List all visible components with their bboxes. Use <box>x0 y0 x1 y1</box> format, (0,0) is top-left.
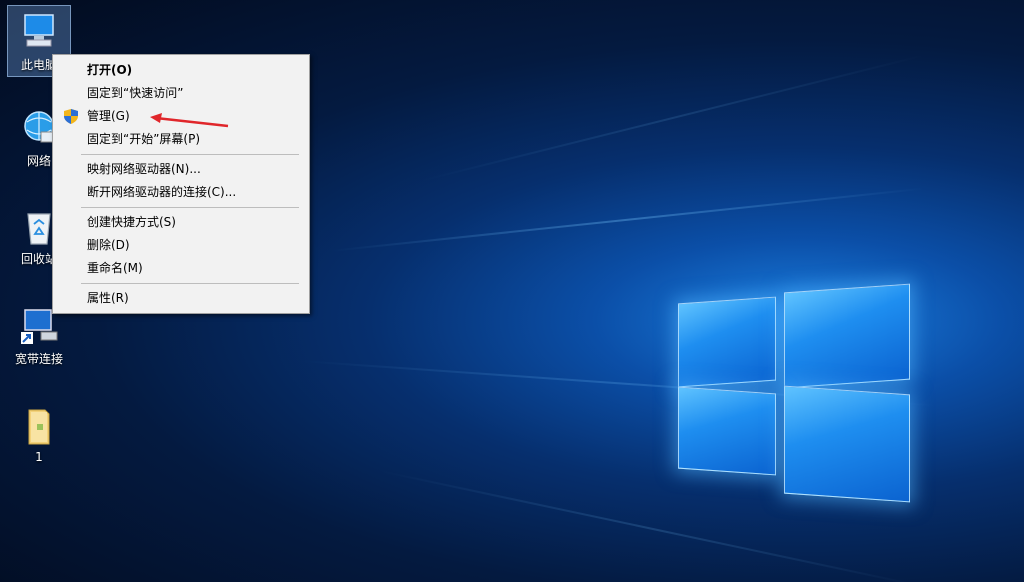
menu-item-open[interactable]: 打开(O) <box>53 59 309 81</box>
windows-logo <box>672 270 912 506</box>
menu-item-create-shortcut[interactable]: 创建快捷方式(S) <box>53 211 309 233</box>
menu-item-disconnect-drive[interactable]: 断开网络驱动器的连接(C)... <box>53 181 309 203</box>
desktop-icon-broadband[interactable]: 宽带连接 <box>8 306 70 367</box>
menu-separator <box>81 283 299 284</box>
desktop-icon-folder[interactable]: 1 <box>8 406 70 464</box>
menu-separator <box>81 154 299 155</box>
uac-shield-icon <box>64 109 78 124</box>
desktop-icon-label: 1 <box>35 450 43 464</box>
menu-item-delete[interactable]: 删除(D) <box>53 234 309 256</box>
menu-item-map-drive[interactable]: 映射网络驱动器(N)... <box>53 158 309 180</box>
computer-icon <box>19 12 59 52</box>
context-menu: 打开(O) 固定到“快速访问” 管理(G) 固定到“开始”屏幕(P) 映射网络驱… <box>52 54 310 314</box>
menu-item-pin-quick-access[interactable]: 固定到“快速访问” <box>53 82 309 104</box>
menu-item-pin-start[interactable]: 固定到“开始”屏幕(P) <box>53 128 309 150</box>
folder-icon <box>19 406 59 446</box>
annotation-arrow-icon <box>150 113 229 128</box>
menu-separator <box>81 207 299 208</box>
menu-item-label: 管理(G) <box>87 109 130 123</box>
menu-item-properties[interactable]: 属性(R) <box>53 287 309 309</box>
menu-item-rename[interactable]: 重命名(M) <box>53 257 309 279</box>
desktop-icon-label: 宽带连接 <box>14 352 63 366</box>
